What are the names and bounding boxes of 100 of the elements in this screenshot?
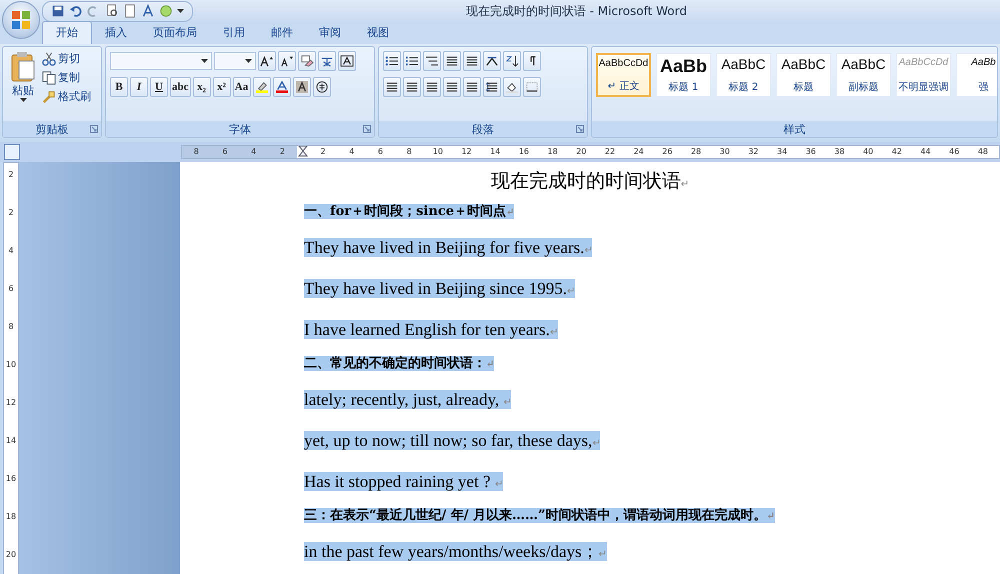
section-heading: 二、常见的不确定的时间状语：↵	[304, 356, 494, 371]
align-right-icon[interactable]	[423, 77, 441, 97]
clipboard-command[interactable]: 格式刷	[42, 89, 91, 104]
section-heading: 三：在表示“最近几世纪/ 年/ 月以来……”时间状语中，谓语动词用现在完成时。↵	[304, 508, 775, 523]
style-label: ↵ 正文	[608, 80, 640, 93]
body-text: yet, up to now; till now; so far, these days,↵	[304, 431, 600, 450]
vertical-ruler[interactable]: 2 2 4 6 8 10 12 14 16 18 20	[3, 162, 19, 574]
window-title: 现在完成时的时间状语 - Microsoft Word	[466, 2, 687, 20]
document-title: 现在完成时的时间状语↵	[490, 169, 690, 194]
ribbon-tab[interactable]: 邮件	[258, 22, 306, 44]
font-format-button[interactable]: B	[110, 77, 128, 97]
ribbon-tab[interactable]: 引用	[210, 22, 258, 44]
font-format-button[interactable]: x²	[212, 77, 230, 97]
style-label: 标题 2	[728, 80, 758, 94]
caret-icon[interactable]	[245, 59, 252, 63]
caret-icon[interactable]	[201, 59, 208, 63]
dialog-launcher-icon[interactable]	[363, 125, 371, 133]
shrink-font-icon[interactable]	[278, 51, 296, 71]
undo-icon[interactable]	[69, 4, 83, 18]
enclose-character-icon[interactable]	[312, 77, 330, 97]
customize-caret-icon[interactable]	[177, 9, 184, 13]
align-left-icon[interactable]	[383, 77, 401, 97]
group-label: 段落	[472, 122, 494, 136]
ribbon-tab[interactable]: 审阅	[306, 22, 354, 44]
save-icon[interactable]	[51, 4, 65, 18]
text-style-icon[interactable]	[141, 4, 155, 18]
body-text: lately; recently, just, already, ↵	[304, 390, 512, 409]
style-preview: AaBb	[971, 57, 996, 68]
font-format-button[interactable]: Aa	[232, 77, 250, 97]
style-option[interactable]: AaBbC 标题 2	[716, 53, 771, 97]
increase-indent-icon[interactable]	[463, 51, 481, 71]
style-preview: AaBbC	[721, 57, 766, 72]
align-center-icon[interactable]	[403, 77, 421, 97]
font-name-field[interactable]	[110, 52, 212, 70]
phonetic-guide-icon[interactable]	[318, 51, 336, 71]
group-label: 样式	[784, 122, 806, 136]
font-format-button[interactable]: U	[150, 77, 168, 97]
clipboard-command[interactable]: 复制	[42, 70, 91, 85]
ribbon-tab[interactable]: 插入	[92, 22, 140, 44]
body-text: in the past few years/months/weeks/days；↵	[304, 542, 607, 561]
clipboard-icon	[9, 51, 37, 83]
style-preview: AaBbC	[781, 57, 826, 72]
font-color-icon[interactable]	[272, 77, 290, 97]
office-logo	[10, 9, 32, 31]
decrease-indent-icon[interactable]	[443, 51, 461, 71]
body-text: I have learned English for ten years.↵	[304, 320, 558, 339]
style-preview: AaBbCcDd	[898, 57, 948, 68]
ribbon-tab[interactable]: 视图	[354, 22, 402, 44]
style-preview: AaBb	[660, 57, 707, 77]
style-option[interactable]: AaBbC 标题	[776, 53, 831, 97]
bullets-icon[interactable]	[383, 51, 401, 71]
distributed-icon[interactable]	[463, 77, 481, 97]
grow-font-icon[interactable]	[258, 51, 276, 71]
font-format-button[interactable]: I	[130, 77, 148, 97]
character-shading-icon[interactable]	[292, 77, 310, 97]
style-option[interactable]: AaBbC 副标题	[836, 53, 891, 97]
brush-icon	[42, 90, 56, 104]
highlight-icon[interactable]	[252, 77, 270, 97]
font-format-button[interactable]: abc	[170, 77, 190, 97]
style-option[interactable]: AaBbCcDd 不明显强调	[896, 53, 951, 97]
chinese-layout-icon[interactable]	[483, 51, 501, 71]
print-preview-icon[interactable]	[105, 4, 119, 18]
horizontal-ruler[interactable]: 8 6 4 2 2 4 6 8 10 12 14 16 18 20 22 24 26 28 30 32 34 36 38 40 42 44 46 48	[181, 145, 1000, 159]
style-option[interactable]: AaBb 强	[956, 53, 997, 97]
tab-selector-button[interactable]	[4, 144, 20, 160]
style-label: 副标题	[848, 80, 878, 94]
sort-icon[interactable]	[503, 51, 521, 71]
font-format-button[interactable]: x₂	[192, 77, 210, 97]
clear-format-icon[interactable]	[298, 51, 316, 71]
style-label: 强	[978, 81, 988, 94]
group-label: 剪贴板	[36, 122, 68, 136]
shading-icon[interactable]	[503, 77, 521, 97]
multilevel-list-icon[interactable]	[423, 51, 441, 71]
justify-icon[interactable]	[443, 77, 461, 97]
body-text: They have lived in Beijing since 1995.↵	[304, 279, 575, 298]
document-icon[interactable]	[123, 4, 137, 18]
style-label: 标题	[794, 80, 814, 94]
ribbon-tab[interactable]: 页面布局	[140, 22, 210, 44]
scissors-icon	[42, 52, 56, 66]
style-option[interactable]: AaBbCcDd ↵ 正文	[596, 53, 651, 97]
group-label: 字体	[229, 122, 251, 136]
dialog-launcher-icon[interactable]	[90, 125, 98, 133]
borders-icon[interactable]	[523, 77, 541, 97]
numbering-icon[interactable]	[403, 51, 421, 71]
body-text: They have lived in Beijing for five years.↵	[304, 238, 592, 257]
paste-button[interactable]: 粘贴	[7, 51, 39, 117]
font-size-field[interactable]	[214, 52, 256, 70]
show-marks-icon[interactable]	[523, 51, 541, 71]
style-preview: AaBbCcDd	[598, 58, 648, 69]
clipboard-command[interactable]: 剪切	[42, 51, 91, 66]
ribbon-tab[interactable]: 开始	[42, 21, 92, 44]
character-border-icon[interactable]	[338, 51, 356, 71]
style-option[interactable]: AaBb 标题 1	[656, 53, 711, 97]
style-label: 标题 1	[668, 80, 698, 94]
dialog-launcher-icon[interactable]	[576, 125, 584, 133]
caret-icon[interactable]	[20, 98, 26, 102]
line-spacing-icon[interactable]	[483, 77, 501, 97]
style-label: 不明显强调	[898, 81, 948, 94]
style-preview: AaBbC	[841, 57, 886, 72]
copy-icon	[42, 70, 56, 84]
